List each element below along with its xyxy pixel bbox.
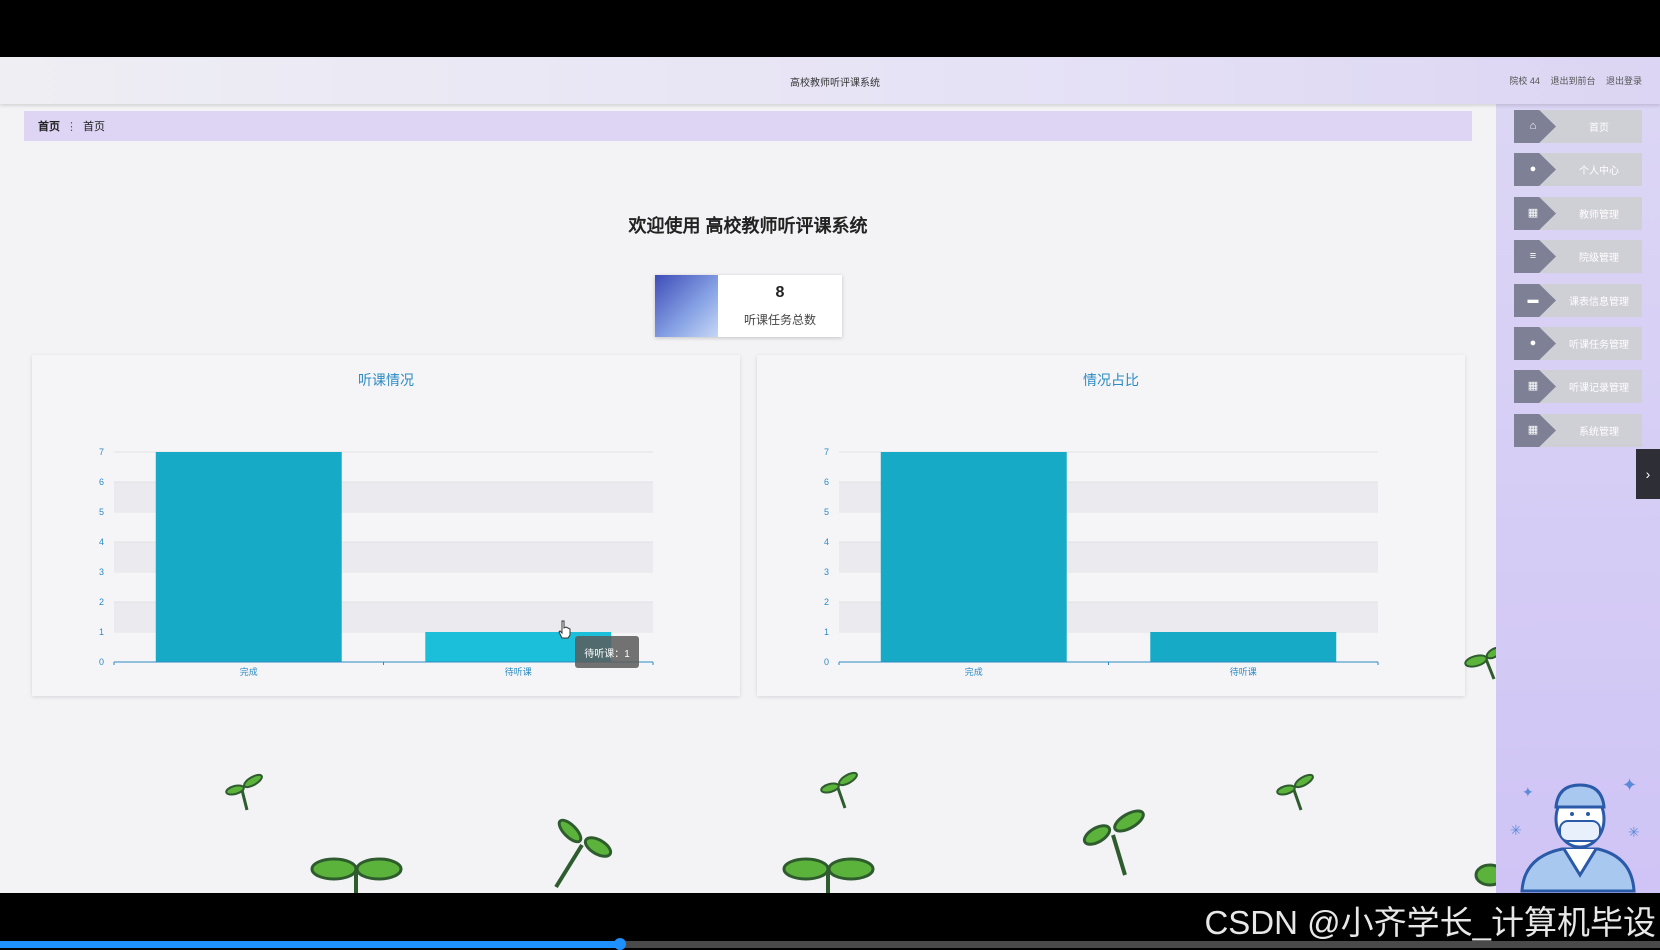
chart-tooltip: 待听课：1	[575, 636, 639, 668]
home-icon: ⌂	[1529, 120, 1537, 132]
sidebar-item-label: 个人中心	[1579, 166, 1619, 177]
sidebar-item-label: 听课任务管理	[1569, 340, 1629, 351]
y-tick-label: 4	[824, 537, 829, 547]
sprout-decoration-icon	[554, 818, 613, 889]
sprout-decoration-icon	[225, 773, 263, 811]
app-window: 高校教师听评课系统 院校 44 退出到前台 退出登录 首页 ⋮ 首页 欢迎使用 …	[0, 57, 1660, 893]
sidebar-item-home[interactable]: ⌂ 首页	[1514, 110, 1642, 143]
sprout-decoration-icon	[820, 771, 858, 809]
x-tick-label: 待听课	[505, 666, 532, 677]
sprout-decoration-icon	[782, 857, 875, 893]
logout-link[interactable]: 退出登录	[1606, 76, 1642, 86]
y-tick-label: 5	[824, 507, 829, 517]
svg-text:✦: ✦	[1522, 785, 1534, 801]
watermark: CSDN @小齐学长_计算机毕设	[1204, 904, 1656, 941]
x-tick-label: 待听课	[1230, 666, 1257, 677]
sidebar-item-profile[interactable]: ● 个人中心	[1514, 153, 1642, 186]
y-tick-label: 6	[824, 477, 829, 487]
svg-text:✳: ✳	[1510, 823, 1522, 839]
current-user: 院校 44	[1509, 76, 1540, 86]
y-tick-label: 0	[824, 657, 829, 667]
grid-icon: ▦	[1527, 207, 1539, 219]
task-total-value: 8	[775, 284, 785, 301]
y-tick-label: 6	[99, 477, 104, 487]
top-header: 高校教师听评课系统 院校 44 退出到前台 退出登录	[0, 57, 1660, 104]
bulb-icon: ●	[1529, 337, 1537, 349]
sidebar-item-teachers[interactable]: ▦ 教师管理	[1514, 197, 1642, 230]
sidebar-item-label: 听课记录管理	[1569, 383, 1629, 394]
bar-chart-ratio: 0 1 2 3 4 5 6 7 完成 待听课	[824, 447, 1379, 677]
hand-cursor-icon	[558, 620, 571, 639]
y-tick-label: 2	[824, 597, 829, 607]
sidebar-item-timetable[interactable]: ▬ 课表信息管理	[1514, 284, 1642, 317]
y-tick-label: 7	[824, 447, 829, 457]
doctor-mascot-icon: ✦ ✦ ✳ ✳	[1510, 775, 1640, 893]
welcome-heading: 欢迎使用 高校教师听评课系统	[628, 216, 868, 236]
sidebar-item-tasks[interactable]: ● 听课任务管理	[1514, 327, 1642, 360]
breadcrumb-home[interactable]: 首页	[38, 118, 60, 134]
svg-text:✦: ✦	[1622, 775, 1637, 796]
y-tick-label: 4	[99, 537, 104, 547]
sidebar-item-records[interactable]: ▦ 听课记录管理	[1514, 370, 1642, 403]
task-total-label: 听课任务总数	[743, 313, 816, 327]
bar	[1150, 632, 1337, 662]
y-tick-label: 0	[99, 657, 104, 667]
y-tick-label: 2	[99, 597, 104, 607]
sprout-decoration-icon	[310, 857, 403, 893]
y-tick-label: 1	[824, 627, 829, 637]
x-tick-label: 完成	[240, 666, 258, 677]
sprout-decoration-icon	[1464, 646, 1496, 680]
sidebar-item-system[interactable]: ▦ 系统管理	[1514, 414, 1642, 447]
sidebar-item-departments[interactable]: ≡ 院级管理	[1514, 240, 1642, 273]
grid-icon: ▦	[1527, 380, 1539, 392]
breadcrumb-current: 首页	[83, 121, 105, 133]
task-total-card: 8 听课任务总数	[655, 275, 842, 337]
user-icon: ●	[1529, 163, 1537, 175]
grid-icon: ▦	[1527, 424, 1539, 436]
stat-card-gradient	[655, 275, 718, 337]
sidebar-item-label: 首页	[1589, 123, 1609, 134]
y-tick-label: 3	[824, 567, 829, 577]
y-tick-label: 1	[99, 627, 104, 637]
list-icon: ≡	[1529, 250, 1537, 262]
sidebar-item-label: 课表信息管理	[1569, 297, 1629, 308]
system-title: 高校教师听评课系统	[790, 78, 880, 89]
y-tick-label: 5	[99, 507, 104, 517]
breadcrumb: 首页 ⋮ 首页	[24, 111, 1472, 141]
svg-text:✳: ✳	[1628, 825, 1640, 841]
sidebar-item-label: 系统管理	[1579, 427, 1619, 438]
chart-panel-ratio: 情况占比 0 1 2 3 4 5 6 7 完成 待听课	[757, 355, 1465, 696]
monitor-icon: ▬	[1527, 294, 1539, 306]
x-tick-label: 完成	[965, 666, 983, 677]
sprout-decoration-icon	[1474, 863, 1496, 887]
bar	[880, 452, 1067, 662]
y-tick-label: 7	[99, 447, 104, 457]
exit-to-frontend-link[interactable]: 退出到前台	[1550, 76, 1595, 86]
bar	[155, 452, 342, 662]
header-user-links: 院校 44 退出到前台 退出登录	[1501, 74, 1642, 87]
chevron-right-icon[interactable]: ›	[1636, 449, 1660, 499]
breadcrumb-separator: ⋮	[66, 120, 77, 133]
progress-fill	[0, 941, 620, 948]
sidebar-item-label: 院级管理	[1579, 253, 1619, 264]
sidebar-item-label: 教师管理	[1579, 210, 1619, 221]
progress-handle[interactable]	[614, 938, 626, 950]
sprout-decoration-icon	[1276, 773, 1314, 811]
sprout-decoration-icon	[1082, 809, 1145, 876]
y-tick-label: 3	[99, 567, 104, 577]
